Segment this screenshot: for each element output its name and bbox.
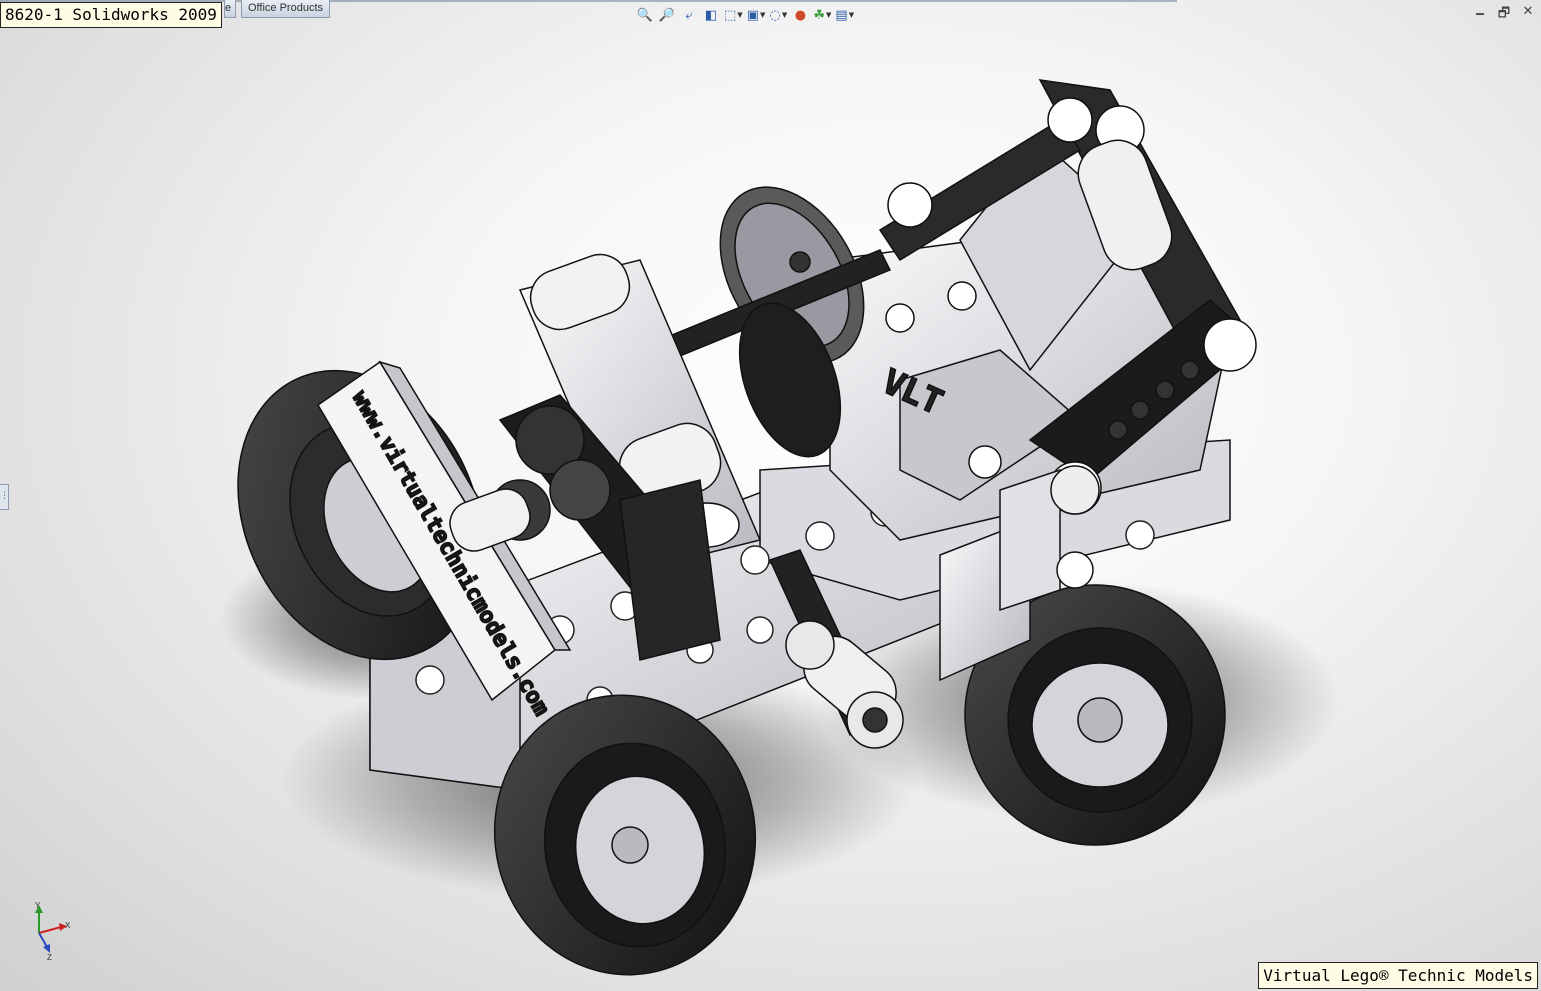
triad-y-label: Y <box>35 901 41 910</box>
minimize-icon[interactable]: 🗕 <box>1473 4 1487 26</box>
watermark-label: Virtual Lego® Technic Models <box>1258 962 1538 989</box>
window-controls: 🗕 🗗 ✕ <box>1473 4 1535 26</box>
view-orientation-icon[interactable]: ⬚ ▼ <box>724 5 743 25</box>
tab-partial[interactable]: e <box>224 0 236 18</box>
triad-z-label: Z <box>47 953 52 962</box>
heads-up-view-toolbar: 🔍 🔎 ⤶ ◧ ⬚ ▼ ▣ ▼ ◌ ▼ ● ☘ ▼ ▤ ▼ <box>636 4 854 26</box>
edit-appearance-icon[interactable]: ● <box>791 5 809 25</box>
display-style-icon[interactable]: ▣ ▼ <box>747 5 766 25</box>
apply-scene-icon[interactable]: ☘ ▼ <box>813 5 831 25</box>
reference-triad: Y X Z <box>25 901 75 965</box>
zoom-to-area-icon[interactable]: 🔎 <box>658 5 676 25</box>
zoom-to-fit-icon[interactable]: 🔍 <box>636 5 654 25</box>
previous-view-icon[interactable]: ⤶ <box>680 5 698 25</box>
section-view-icon[interactable]: ◧ <box>702 5 720 25</box>
restore-icon[interactable]: 🗗 <box>1497 4 1511 26</box>
chevron-down-icon: ▼ <box>781 11 788 19</box>
graphics-area[interactable]: VLT www.virtualtechnicmodels.com e Offic… <box>0 0 1541 991</box>
panel-collapse-handle[interactable]: ⋮ <box>0 484 9 510</box>
lego-technic-model[interactable]: VLT www.virtualtechnicmodels.com <box>0 0 1541 991</box>
hide-show-items-icon[interactable]: ◌ ▼ <box>769 5 788 25</box>
triad-x-label: X <box>65 921 71 930</box>
close-icon[interactable]: ✕ <box>1521 4 1535 26</box>
chevron-down-icon: ▼ <box>737 11 743 19</box>
tab-office-products[interactable]: Office Products <box>241 0 330 18</box>
chevron-down-icon: ▼ <box>848 11 855 19</box>
chevron-down-icon: ▼ <box>826 11 832 19</box>
document-title-overlay: 8620-1 Solidworks 2009 <box>0 2 222 28</box>
view-settings-icon[interactable]: ▤ ▼ <box>835 5 854 25</box>
chevron-down-icon: ▼ <box>759 11 766 19</box>
